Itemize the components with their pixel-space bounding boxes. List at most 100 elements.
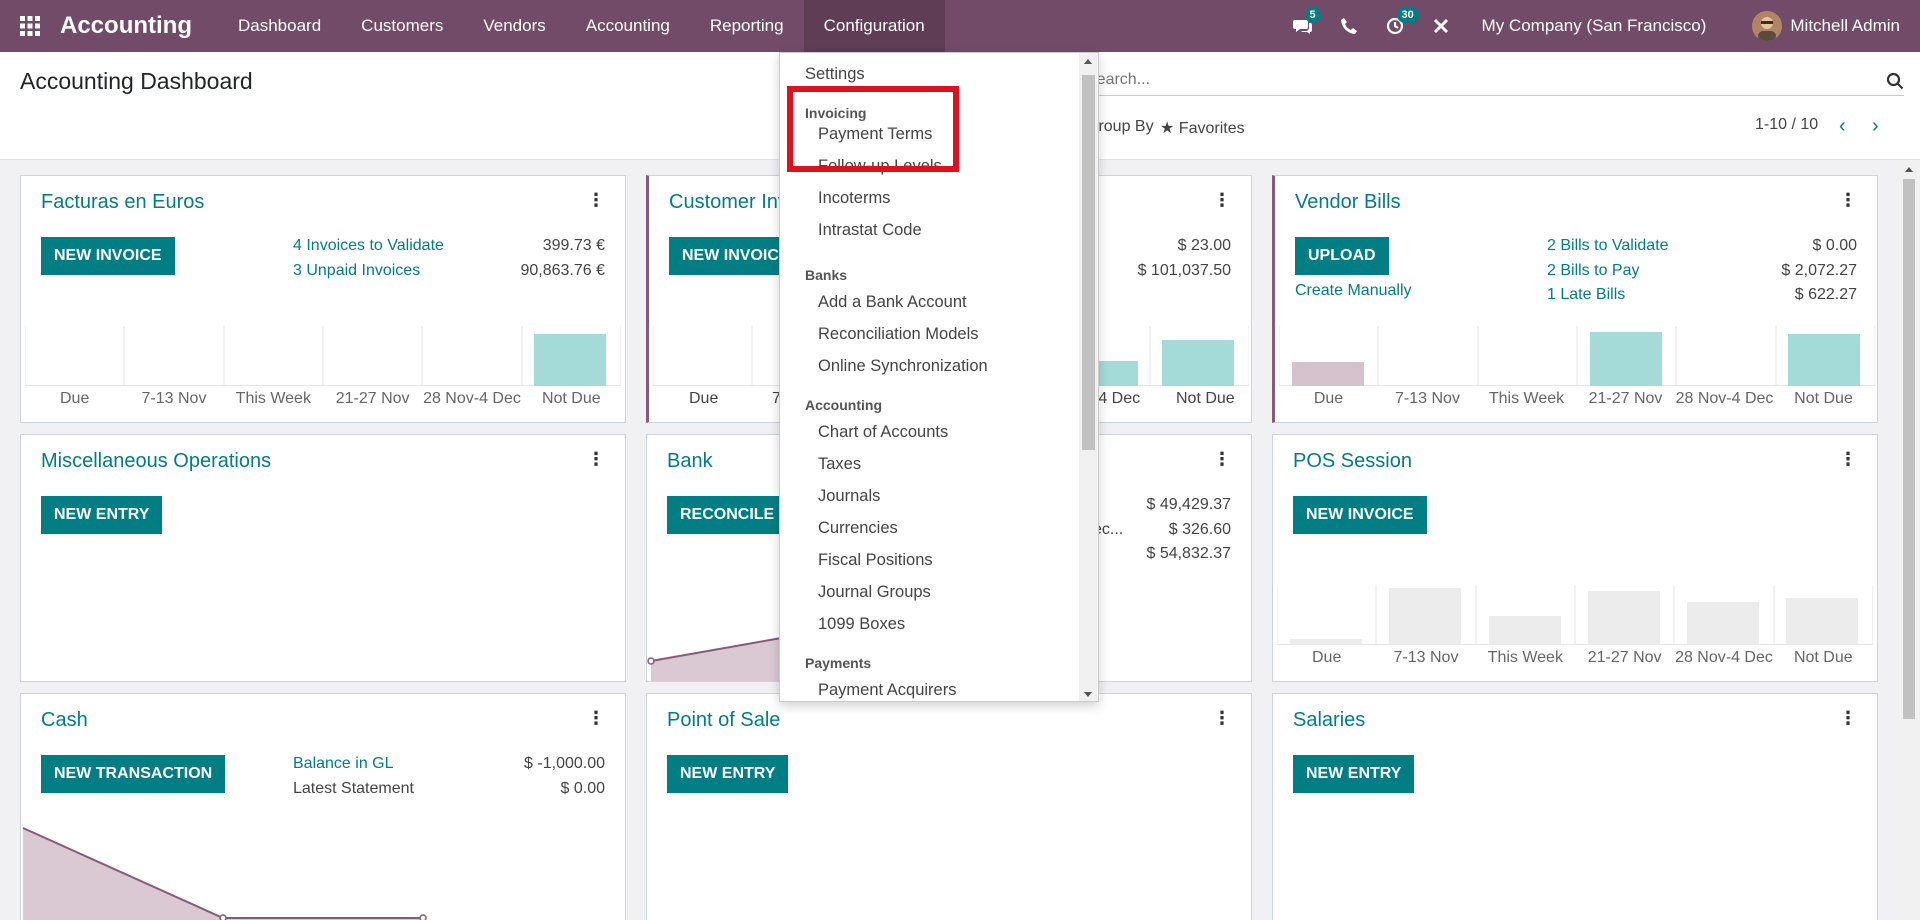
aged-invoices-bar-chart[interactable] bbox=[25, 326, 621, 386]
dropdown-item-add-bank-account[interactable]: Add a Bank Account bbox=[818, 293, 967, 312]
activities-clock-icon[interactable]: 30 bbox=[1372, 0, 1419, 52]
card-menu-icon[interactable]: ⋮ bbox=[1839, 708, 1857, 729]
invoices-to-validate-link[interactable]: 4 Invoices to Validate bbox=[293, 237, 444, 255]
cash-line-chart[interactable] bbox=[21, 822, 625, 920]
scroll-down-arrow-icon[interactable] bbox=[1084, 692, 1092, 697]
axis-label: 28 Nov-4 Dec bbox=[423, 390, 521, 407]
phone-icon[interactable] bbox=[1326, 0, 1372, 52]
axis-label: Not Due bbox=[541, 390, 601, 407]
dropdown-item-journals[interactable]: Journals bbox=[818, 487, 880, 506]
card-menu-icon[interactable]: ⋮ bbox=[587, 449, 605, 470]
card-title[interactable]: Vendor Bills bbox=[1295, 191, 1401, 214]
company-switcher[interactable]: My Company (San Francisco) bbox=[1482, 16, 1707, 36]
balance-in-gl-value: $ -1,000.00 bbox=[524, 755, 605, 772]
apps-menu-icon[interactable] bbox=[0, 0, 60, 52]
favorites-button[interactable]: ★ Favorites bbox=[1160, 118, 1245, 138]
latest-statement-value: $ 0.00 bbox=[560, 780, 605, 797]
pos-bar-chart[interactable] bbox=[1277, 585, 1873, 645]
bank-balance-value: $ 49,429.37 bbox=[1146, 496, 1231, 513]
card-title[interactable]: Facturas en Euros bbox=[41, 191, 204, 214]
bar-due bbox=[1292, 362, 1364, 386]
bar-not-due bbox=[534, 334, 606, 386]
dropdown-item-settings[interactable]: Settings bbox=[805, 65, 865, 84]
bills-to-validate-link[interactable]: 2 Bills to Validate bbox=[1547, 237, 1669, 255]
customer-value-1: $ 23.00 bbox=[1177, 237, 1231, 254]
messages-icon[interactable]: 5 bbox=[1280, 0, 1326, 52]
bills-to-pay-link[interactable]: 2 Bills to Pay bbox=[1547, 262, 1639, 280]
dropdown-item-1099-boxes[interactable]: 1099 Boxes bbox=[818, 615, 905, 634]
axis-label: 28 Nov-4 Dec bbox=[1675, 390, 1774, 407]
bank-second-value: $ 326.60 bbox=[1168, 521, 1231, 538]
card-menu-icon[interactable]: ⋮ bbox=[1213, 708, 1231, 729]
new-transaction-button[interactable]: NEW TRANSACTION bbox=[41, 755, 226, 793]
card-menu-icon[interactable]: ⋮ bbox=[587, 708, 605, 729]
pager-value[interactable]: 1-10 / 10 bbox=[1755, 116, 1818, 134]
app-brand[interactable]: Accounting bbox=[60, 12, 192, 40]
menu-configuration[interactable]: Configuration bbox=[803, 0, 945, 52]
aged-payable-bar-chart[interactable] bbox=[1279, 326, 1875, 386]
pager-next-icon[interactable]: › bbox=[1872, 116, 1890, 136]
star-icon: ★ bbox=[1160, 120, 1179, 137]
axis-label: Due bbox=[59, 390, 90, 407]
unpaid-invoices-link[interactable]: 3 Unpaid Invoices bbox=[293, 262, 420, 280]
dropdown-item-intrastat-code[interactable]: Intrastat Code bbox=[818, 221, 922, 240]
card-title[interactable]: POS Session bbox=[1293, 450, 1412, 473]
axis-label: Due bbox=[689, 390, 719, 407]
dropdown-item-payment-acquirers[interactable]: Payment Acquirers bbox=[818, 681, 956, 700]
journal-card-facturas: Facturas en Euros ⋮ NEW INVOICE 4 Invoic… bbox=[20, 175, 626, 423]
card-menu-icon[interactable]: ⋮ bbox=[1839, 190, 1857, 211]
menu-dashboard[interactable]: Dashboard bbox=[218, 0, 341, 52]
favorites-label: Favorites bbox=[1178, 120, 1245, 137]
dropdown-item-incoterms[interactable]: Incoterms bbox=[818, 189, 890, 208]
axis-label: 7-13 Nov bbox=[141, 390, 207, 407]
user-avatar[interactable] bbox=[1752, 11, 1783, 41]
menu-customers[interactable]: Customers bbox=[341, 0, 463, 52]
new-entry-button[interactable]: NEW ENTRY bbox=[1293, 755, 1415, 793]
card-title[interactable]: Point of Sale bbox=[667, 709, 780, 732]
customer-value-2: $ 101,037.50 bbox=[1137, 262, 1231, 279]
create-manually-link[interactable]: Create Manually bbox=[1295, 282, 1412, 300]
search-icon[interactable] bbox=[1886, 72, 1904, 90]
dropdown-scrollbar[interactable] bbox=[1079, 53, 1098, 701]
card-title[interactable]: Miscellaneous Operations bbox=[41, 450, 271, 473]
new-entry-button[interactable]: NEW ENTRY bbox=[41, 496, 163, 534]
card-menu-icon[interactable]: ⋮ bbox=[1839, 449, 1857, 470]
menu-accounting[interactable]: Accounting bbox=[566, 0, 690, 52]
upload-button[interactable]: UPLOAD bbox=[1295, 237, 1389, 275]
dropdown-item-reconciliation-models[interactable]: Reconciliation Models bbox=[818, 325, 979, 344]
card-menu-icon[interactable]: ⋮ bbox=[587, 190, 605, 211]
page-scroll-thumb[interactable] bbox=[1903, 179, 1915, 719]
late-bills-link[interactable]: 1 Late Bills bbox=[1547, 286, 1625, 304]
card-menu-icon[interactable]: ⋮ bbox=[1213, 449, 1231, 470]
axis-label: Not Due bbox=[1793, 649, 1853, 666]
new-invoice-button[interactable]: NEW INVOICE bbox=[1293, 496, 1427, 534]
scroll-up-arrow-icon[interactable] bbox=[1905, 167, 1913, 172]
dropdown-item-currencies[interactable]: Currencies bbox=[818, 519, 898, 538]
axis-label: Not Due bbox=[1794, 390, 1853, 407]
dropdown-item-taxes[interactable]: Taxes bbox=[818, 455, 861, 474]
balance-in-gl-link[interactable]: Balance in GL bbox=[293, 755, 394, 773]
dropdown-item-chart-of-accounts[interactable]: Chart of Accounts bbox=[818, 423, 948, 442]
new-entry-button[interactable]: NEW ENTRY bbox=[667, 755, 789, 793]
card-title[interactable]: Salaries bbox=[1293, 709, 1365, 732]
axis-label: -4 Dec bbox=[1093, 390, 1141, 407]
journal-card-point-of-sale: Point of Sale ⋮ NEW ENTRY bbox=[646, 693, 1252, 920]
journal-card-vendor-bills: Vendor Bills ⋮ UPLOAD Create Manually 2 … bbox=[1272, 175, 1878, 423]
card-title[interactable]: Cash bbox=[41, 709, 88, 732]
card-title[interactable]: Bank bbox=[667, 450, 713, 473]
search-input[interactable] bbox=[1086, 66, 1846, 94]
dropdown-scroll-thumb[interactable] bbox=[1082, 75, 1095, 450]
new-invoice-button[interactable]: NEW INVOICE bbox=[41, 237, 175, 275]
dropdown-item-journal-groups[interactable]: Journal Groups bbox=[818, 583, 931, 602]
page-scrollbar[interactable] bbox=[1898, 161, 1920, 920]
chart-axis: Due 7-13 Nov This Week 21-27 Nov 28 Nov-… bbox=[1279, 390, 1873, 416]
menu-vendors[interactable]: Vendors bbox=[463, 0, 565, 52]
user-menu[interactable]: Mitchell Admin bbox=[1790, 16, 1900, 36]
pager-previous-icon[interactable]: ‹ bbox=[1839, 116, 1857, 136]
menu-reporting[interactable]: Reporting bbox=[690, 0, 804, 52]
card-menu-icon[interactable]: ⋮ bbox=[1213, 190, 1231, 211]
dropdown-item-fiscal-positions[interactable]: Fiscal Positions bbox=[818, 551, 933, 570]
scroll-up-arrow-icon[interactable] bbox=[1084, 59, 1092, 64]
tools-icon[interactable] bbox=[1418, 0, 1464, 52]
dropdown-item-online-synchronization[interactable]: Online Synchronization bbox=[818, 357, 988, 376]
